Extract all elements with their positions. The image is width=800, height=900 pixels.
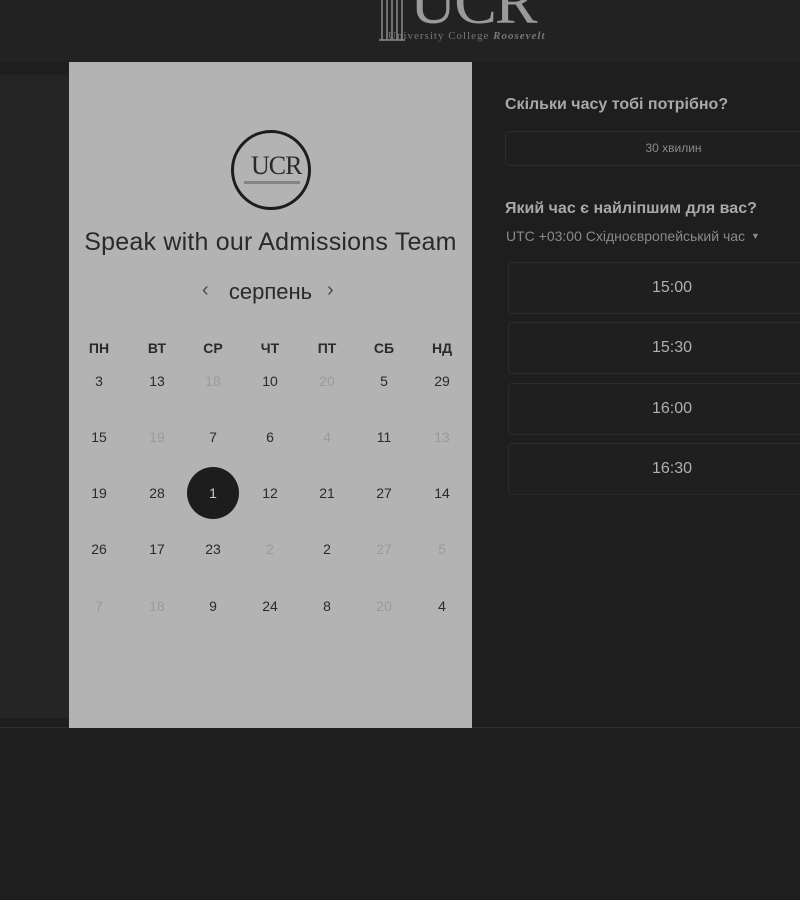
logo-text: UCR bbox=[410, 0, 538, 37]
ucr-logo[interactable]: UCR University College Roosevelt bbox=[377, 0, 577, 48]
calendar-day: 20 bbox=[319, 373, 335, 389]
caret-down-icon: ▼ bbox=[751, 231, 760, 241]
calendar-card: UCR Speak with our Admissions Team ‹ сер… bbox=[69, 62, 472, 728]
calendar-day: 19 bbox=[149, 429, 165, 445]
duration-selector[interactable]: 30 хвилин bbox=[505, 131, 800, 166]
calendar-day[interactable]: 7 bbox=[187, 411, 239, 463]
chevron-right-icon[interactable]: › bbox=[327, 279, 334, 302]
logo-subtitle-bold: Roosevelt bbox=[493, 30, 546, 42]
weekday-header: СБ bbox=[373, 340, 395, 356]
calendar-day[interactable]: 26 bbox=[73, 523, 125, 575]
calendar-day[interactable]: 27 bbox=[358, 467, 410, 519]
calendar-day: 18 bbox=[149, 598, 165, 614]
time-slot-label: 16:00 bbox=[651, 400, 693, 417]
calendar-day[interactable]: 6 bbox=[244, 411, 296, 463]
card-title: Speak with our Admissions Team bbox=[84, 228, 457, 256]
weekday-header: ПТ bbox=[317, 340, 337, 356]
calendar-day[interactable]: 11 bbox=[358, 411, 410, 463]
calendar-day[interactable]: 21 bbox=[301, 467, 353, 519]
calendar-day[interactable]: 28 bbox=[131, 467, 183, 519]
duration-question: Скільки часу тобі потрібно? bbox=[505, 96, 729, 113]
calendar-day: 18 bbox=[205, 373, 221, 389]
calendar-day[interactable]: 12 bbox=[244, 467, 296, 519]
time-slot-label: 16:30 bbox=[651, 460, 693, 477]
calendar-day: 5 bbox=[438, 541, 446, 557]
calendar-day[interactable]: 15 bbox=[73, 411, 125, 463]
time-slot[interactable]: 16:30 bbox=[508, 443, 800, 495]
calendar-day[interactable]: 23 bbox=[187, 523, 239, 575]
timezone-dropdown[interactable]: UTC +03:00 Східноєвропейський час ▼ bbox=[506, 228, 760, 244]
calendar-day[interactable]: 13 bbox=[131, 355, 183, 407]
calendar-day[interactable]: 8 bbox=[301, 580, 353, 632]
calendar-day[interactable]: 4 bbox=[416, 580, 468, 632]
calendar-day: 7 bbox=[95, 598, 103, 614]
calendar-day[interactable]: 19 bbox=[73, 467, 125, 519]
left-strip bbox=[0, 75, 69, 718]
calendar-day[interactable]: 5 bbox=[358, 355, 410, 407]
duration-value: 30 хвилин bbox=[645, 141, 702, 155]
month-label: серпень bbox=[228, 279, 313, 304]
logo-subtitle-plain: University College bbox=[388, 30, 490, 42]
calendar-day[interactable]: 17 bbox=[131, 523, 183, 575]
page-header: UCR University College Roosevelt bbox=[0, 0, 800, 62]
weekday-header: ЧТ bbox=[260, 340, 280, 356]
weekday-header: ВТ bbox=[147, 340, 167, 356]
weekday-header: НД bbox=[431, 340, 453, 356]
timezone-label: UTC +03:00 Східноєвропейський час bbox=[506, 228, 746, 244]
calendar-day[interactable]: 10 bbox=[244, 355, 296, 407]
weekday-header: СР bbox=[203, 340, 223, 356]
weekday-header: ПН bbox=[88, 340, 110, 356]
month-navigation: ‹ серпень › bbox=[69, 277, 472, 307]
calendar-day[interactable]: 3 bbox=[73, 355, 125, 407]
calendar-day[interactable]: 24 bbox=[244, 580, 296, 632]
time-slot-label: 15:00 bbox=[651, 279, 693, 296]
calendar-day: 13 bbox=[434, 429, 450, 445]
time-slot[interactable]: 16:00 bbox=[508, 383, 800, 435]
calendar-day: 27 bbox=[376, 541, 392, 557]
calendar-day: 20 bbox=[376, 598, 392, 614]
logo-subtitle: University College Roosevelt bbox=[388, 30, 546, 42]
calendar-day-selected[interactable]: 1 bbox=[187, 467, 239, 519]
calendar-day: 2 bbox=[266, 541, 274, 557]
time-slot-label: 15:30 bbox=[651, 339, 693, 356]
time-question: Який час є найліпшим для вас? bbox=[505, 200, 757, 217]
ucr-emblem: UCR bbox=[231, 130, 311, 210]
time-slot[interactable]: 15:00 bbox=[508, 262, 800, 314]
calendar-day[interactable]: 29 bbox=[416, 355, 468, 407]
calendar-day[interactable]: 9 bbox=[187, 580, 239, 632]
calendar-day[interactable]: 2 bbox=[301, 523, 353, 575]
emblem-subline bbox=[244, 181, 300, 184]
calendar-day: 4 bbox=[323, 429, 331, 445]
time-slot[interactable]: 15:30 bbox=[508, 322, 800, 374]
calendar-day[interactable]: 14 bbox=[416, 467, 468, 519]
emblem-text: UCR bbox=[251, 151, 302, 180]
